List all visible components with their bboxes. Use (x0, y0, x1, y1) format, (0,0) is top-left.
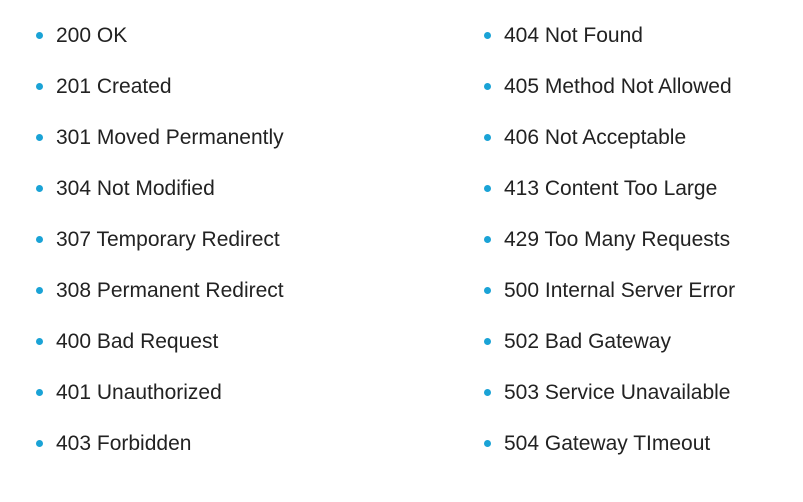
list-item-label: 406 Not Acceptable (504, 126, 687, 149)
bullet-icon (36, 185, 43, 192)
bullet-icon (36, 83, 43, 90)
list-item: 406 Not Acceptable (484, 112, 735, 163)
list-item-label: 301 Moved Permanently (56, 126, 284, 149)
bullet-icon (484, 185, 491, 192)
bullet-icon (484, 32, 491, 39)
list-item: 400 Bad Request (36, 316, 284, 367)
list-item: 301 Moved Permanently (36, 112, 284, 163)
bullet-icon (36, 287, 43, 294)
bullet-icon (484, 83, 491, 90)
bullet-icon (484, 134, 491, 141)
list-item-label: 429 Too Many Requests (504, 228, 731, 251)
list-item-label: 504 Gateway TImeout (504, 432, 711, 455)
bullet-icon (484, 287, 491, 294)
list-item: 405 Method Not Allowed (484, 61, 735, 112)
list-item: 307 Temporary Redirect (36, 214, 284, 265)
bullet-icon (484, 338, 491, 345)
list-item: 404 Not Found (484, 10, 735, 61)
list-item: 401 Unauthorized (36, 367, 284, 418)
bullet-icon (36, 134, 43, 141)
list-item-label: 200 OK (56, 24, 128, 47)
list-item: 503 Service Unavailable (484, 367, 735, 418)
status-list-right: 404 Not Found 405 Method Not Allowed 406… (484, 10, 735, 469)
bullet-icon (484, 389, 491, 396)
bullet-icon (36, 440, 43, 447)
list-item: 308 Permanent Redirect (36, 265, 284, 316)
list-item: 403 Forbidden (36, 418, 284, 469)
list-item: 200 OK (36, 10, 284, 61)
list-item-label: 304 Not Modified (56, 177, 215, 200)
list-item-label: 502 Bad Gateway (504, 330, 671, 353)
list-item: 413 Content Too Large (484, 163, 735, 214)
bullet-icon (36, 338, 43, 345)
list-item-label: 307 Temporary Redirect (56, 228, 280, 251)
list-item: 201 Created (36, 61, 284, 112)
list-item-label: 503 Service Unavailable (504, 381, 731, 404)
bullet-icon (36, 389, 43, 396)
list-item-label: 201 Created (56, 75, 172, 98)
list-item-label: 401 Unauthorized (56, 381, 222, 404)
list-item-label: 405 Method Not Allowed (504, 75, 732, 98)
list-item-label: 500 Internal Server Error (504, 279, 736, 302)
list-item: 429 Too Many Requests (484, 214, 735, 265)
bullet-icon (36, 236, 43, 243)
bullet-icon (484, 440, 491, 447)
list-item: 504 Gateway TImeout (484, 418, 735, 469)
bullet-icon (484, 236, 491, 243)
list-item: 500 Internal Server Error (484, 265, 735, 316)
list-item-label: 308 Permanent Redirect (56, 279, 284, 302)
list-item-label: 413 Content Too Large (504, 177, 718, 200)
status-code-columns: 200 OK 201 Created 301 Moved Permanently… (0, 0, 803, 502)
list-item: 304 Not Modified (36, 163, 284, 214)
list-item: 502 Bad Gateway (484, 316, 735, 367)
list-item-label: 403 Forbidden (56, 432, 192, 455)
bullet-icon (36, 32, 43, 39)
list-item-label: 400 Bad Request (56, 330, 219, 353)
status-list-left: 200 OK 201 Created 301 Moved Permanently… (36, 10, 284, 469)
list-item-label: 404 Not Found (504, 24, 643, 47)
